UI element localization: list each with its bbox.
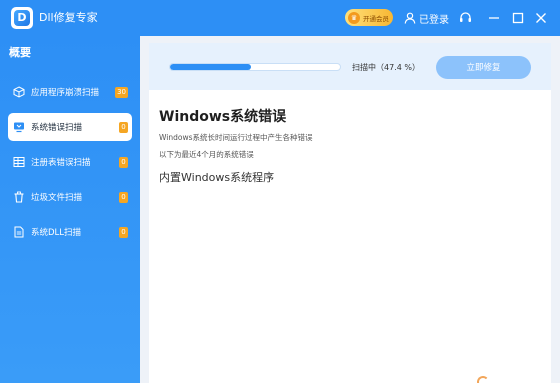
app-title: Dll修复专家 [39, 11, 98, 24]
watermark-logo [477, 375, 560, 383]
file-icon [14, 226, 24, 238]
scan-progress-fill [170, 64, 251, 70]
user-icon [404, 12, 416, 24]
repair-now-button[interactable]: 立即修复 [436, 56, 531, 79]
trash-icon [14, 191, 24, 203]
section-subdescription: 以下为最近4个月的系统错误 [159, 150, 254, 159]
section-title: Windows系统错误 [159, 109, 287, 125]
sidebar-item-label: 应用程序崩溃扫描 [31, 88, 100, 98]
count-badge: 0 [119, 226, 128, 238]
count-badge: 0 [119, 191, 128, 203]
maximize-icon[interactable] [511, 11, 525, 25]
close-icon[interactable] [534, 11, 548, 25]
scan-progress-bar [169, 63, 341, 71]
table-grid-icon [13, 157, 25, 167]
sidebar-heading: 概要 [9, 46, 31, 59]
vip-button[interactable]: ♛ 开通会员 [345, 9, 393, 26]
error-category-item: 内置Windows系统程序 [159, 171, 275, 184]
login-button[interactable]: 已登录 [404, 10, 449, 26]
headset-icon[interactable] [459, 11, 472, 24]
sidebar: 概要 应用程序崩溃扫描 30 系统错误扫描 0 注册表错误扫描 0 垃圾文件扫描… [0, 36, 140, 383]
vip-label: 开通会员 [363, 14, 389, 23]
scan-progress-panel: 扫描中（47.4 %） 立即修复 [149, 43, 551, 90]
login-label: 已登录 [419, 14, 449, 26]
sidebar-item-junk-file-scan[interactable]: 垃圾文件扫描 0 [8, 183, 132, 211]
sidebar-item-label: 系统DLL扫描 [31, 228, 82, 238]
minimize-icon[interactable] [487, 11, 501, 25]
section-description: Windows系统长时间运行过程中产生各种错误 [159, 133, 313, 142]
count-badge: 30 [115, 86, 128, 98]
monitor-icon [14, 122, 24, 133]
sidebar-item-label: 注册表错误扫描 [31, 158, 91, 168]
sidebar-item-label: 系统错误扫描 [31, 123, 83, 133]
sidebar-item-label: 垃圾文件扫描 [31, 193, 83, 203]
content-card: 扫描中（47.4 %） 立即修复 Windows系统错误 Windows系统长时… [149, 43, 551, 383]
sidebar-item-system-error-scan[interactable]: 系统错误扫描 0 [8, 113, 132, 141]
title-bar: D Dll修复专家 ♛ 开通会员 已登录 [0, 0, 560, 36]
scan-status-text: 扫描中（47.4 %） [352, 63, 420, 72]
sidebar-item-registry-scan[interactable]: 注册表错误扫描 0 [8, 148, 132, 176]
sidebar-item-dll-scan[interactable]: 系统DLL扫描 0 [8, 218, 132, 246]
count-badge: 0 [119, 156, 128, 168]
cube-icon [13, 86, 25, 98]
main-area: 扫描中（47.4 %） 立即修复 Windows系统错误 Windows系统长时… [140, 36, 560, 383]
count-badge: 0 [119, 121, 128, 133]
app-logo-icon: D [11, 7, 33, 29]
sidebar-item-app-crash-scan[interactable]: 应用程序崩溃扫描 30 [8, 78, 132, 106]
crown-icon: ♛ [348, 11, 360, 24]
